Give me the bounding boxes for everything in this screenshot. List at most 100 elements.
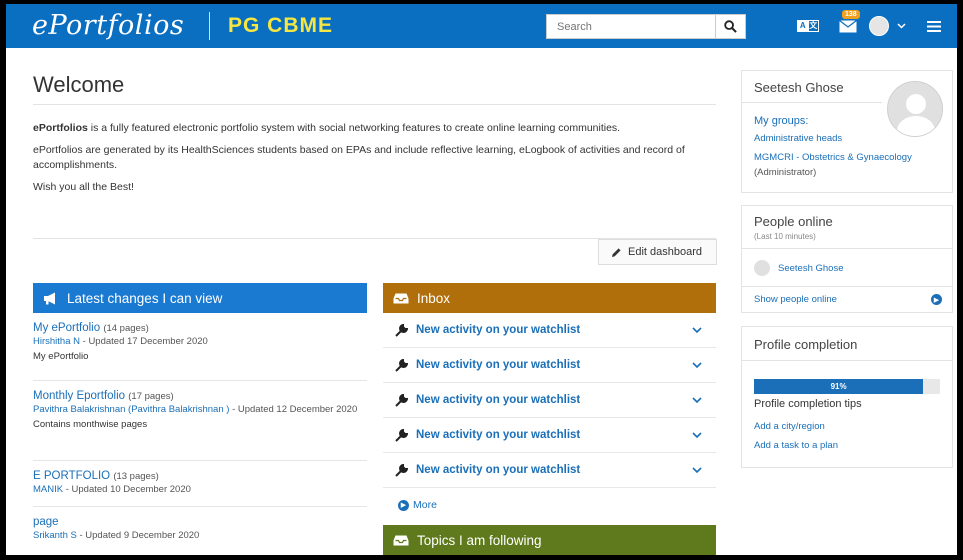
user-avatar-icon[interactable] bbox=[868, 16, 890, 36]
tip-link[interactable]: Add a city/region bbox=[754, 421, 825, 432]
latest-changes-header: Latest changes I can view bbox=[33, 283, 367, 313]
wrench-icon bbox=[395, 463, 408, 477]
updated-text: - Updated 17 December 2020 bbox=[80, 336, 208, 347]
edit-dashboard-label: Edit dashboard bbox=[628, 246, 702, 258]
logo-divider bbox=[209, 12, 210, 40]
pencil-icon bbox=[612, 247, 621, 257]
site-logo[interactable]: ePortfolios bbox=[32, 10, 184, 41]
profile-progress-bar: 91% bbox=[754, 379, 940, 394]
online-user[interactable]: Seetesh Ghose bbox=[754, 260, 844, 276]
people-online-subtitle: (Last 10 minutes) bbox=[754, 232, 816, 241]
topics-header: Topics I am following bbox=[383, 525, 716, 555]
chevron-down-icon[interactable] bbox=[692, 358, 716, 372]
author-link[interactable]: MANIK bbox=[33, 484, 63, 495]
profile-completion-box: Profile completion 91% Profile completio… bbox=[741, 326, 953, 468]
search-box bbox=[546, 14, 746, 39]
people-divider bbox=[742, 248, 952, 249]
inbox-tray-icon bbox=[393, 293, 409, 303]
author-link[interactable]: Pavithra Balakrishnan (Pavithra Balakris… bbox=[33, 404, 229, 415]
portfolio-link[interactable]: Monthly Eportfolio bbox=[33, 390, 125, 402]
inbox-item[interactable]: New activity on your watchlist bbox=[383, 313, 716, 348]
portfolio-link[interactable]: E PORTFOLIO bbox=[33, 470, 110, 482]
updated-text: - Updated 9 December 2020 bbox=[76, 530, 200, 541]
inbox-tray-icon bbox=[393, 535, 409, 545]
group-link[interactable]: Administrative heads bbox=[754, 133, 842, 144]
inbox-header: Inbox bbox=[383, 283, 716, 313]
page-frame: ePortfolios PG CBME A文 138 bbox=[6, 4, 957, 555]
arrow-right-circle-icon[interactable]: ▶ bbox=[931, 294, 942, 305]
inbox-title: Inbox bbox=[417, 290, 451, 306]
inbox-item[interactable]: New activity on your watchlist bbox=[383, 383, 716, 418]
show-people-online-link[interactable]: Show people online bbox=[754, 294, 837, 305]
search-icon bbox=[724, 20, 737, 33]
inbox-item[interactable]: New activity on your watchlist bbox=[383, 453, 716, 488]
inbox-more-link[interactable]: ▶ More bbox=[398, 499, 437, 511]
list-item: My ePortfolio (14 pages) Hirshitha N - U… bbox=[33, 322, 367, 362]
more-label: More bbox=[413, 499, 437, 511]
chevron-down-icon[interactable] bbox=[692, 323, 716, 337]
wrench-icon bbox=[395, 323, 408, 337]
author-link[interactable]: Srikanth S bbox=[33, 530, 77, 541]
profile-divider bbox=[742, 102, 882, 103]
title-divider bbox=[33, 104, 716, 105]
inbox-item-text: New activity on your watchlist bbox=[416, 464, 581, 476]
portfolio-link[interactable]: My ePortfolio bbox=[33, 322, 100, 334]
inbox-item-text: New activity on your watchlist bbox=[416, 429, 581, 441]
page-count: (14 pages) bbox=[103, 323, 149, 334]
people-online-title: People online bbox=[754, 214, 833, 229]
site-name[interactable]: PG CBME bbox=[228, 14, 333, 38]
completion-tips-title: Profile completion tips bbox=[754, 398, 862, 410]
completion-divider bbox=[742, 360, 952, 361]
author-link[interactable]: Hirshitha N bbox=[33, 336, 80, 347]
inbox-item[interactable]: New activity on your watchlist bbox=[383, 348, 716, 383]
profile-box: Seetesh Ghose My groups: Administrative … bbox=[741, 70, 953, 193]
page-title: Welcome bbox=[33, 72, 125, 97]
list-divider bbox=[33, 380, 367, 381]
profile-picture[interactable] bbox=[887, 81, 943, 137]
intro-paragraph-2: ePortfolios are generated by its HealthS… bbox=[33, 144, 685, 171]
inbox-item-text: New activity on your watchlist bbox=[416, 324, 581, 336]
portfolio-link[interactable]: page bbox=[33, 516, 59, 528]
wrench-icon bbox=[395, 358, 408, 372]
inbox-item-text: New activity on your watchlist bbox=[416, 394, 581, 406]
topics-title: Topics I am following bbox=[417, 532, 542, 548]
list-item: E PORTFOLIO (13 pages) MANIK - Updated 1… bbox=[33, 470, 367, 496]
tip-link[interactable]: Add a task to a plan bbox=[754, 440, 838, 451]
list-item: Monthly Eportfolio (17 pages) Pavithra B… bbox=[33, 390, 367, 430]
list-divider bbox=[33, 460, 367, 461]
page-count: (17 pages) bbox=[128, 391, 174, 402]
notification-badge: 138 bbox=[842, 10, 860, 19]
inbox-icon[interactable] bbox=[837, 16, 859, 36]
search-input[interactable] bbox=[547, 15, 715, 38]
inbox-item-text: New activity on your watchlist bbox=[416, 359, 581, 371]
intro-paragraph-3: Wish you all the Best! bbox=[33, 181, 134, 193]
top-header: ePortfolios PG CBME A文 138 bbox=[6, 4, 957, 48]
updated-text: - Updated 10 December 2020 bbox=[63, 484, 191, 495]
edit-dashboard-button[interactable]: Edit dashboard bbox=[598, 239, 717, 265]
inbox-item[interactable]: New activity on your watchlist bbox=[383, 418, 716, 453]
chevron-down-icon[interactable] bbox=[692, 393, 716, 407]
people-online-box: People online (Last 10 minutes) Seetesh … bbox=[741, 205, 953, 313]
portfolio-description: My ePortfolio bbox=[33, 351, 89, 362]
profile-name[interactable]: Seetesh Ghose bbox=[754, 80, 844, 95]
hamburger-menu-icon[interactable] bbox=[925, 16, 943, 36]
my-groups-label[interactable]: My groups: bbox=[754, 115, 808, 127]
search-button[interactable] bbox=[715, 15, 745, 38]
intro-bold: ePortfolios bbox=[33, 122, 88, 134]
people-divider bbox=[742, 286, 952, 287]
avatar bbox=[754, 260, 770, 276]
wrench-icon bbox=[395, 393, 408, 407]
online-user-name[interactable]: Seetesh Ghose bbox=[778, 263, 844, 274]
profile-completion-title: Profile completion bbox=[754, 337, 858, 352]
language-icon[interactable]: A文 bbox=[796, 16, 820, 36]
chevron-down-icon[interactable] bbox=[895, 16, 907, 36]
updated-text: - Updated 12 December 2020 bbox=[229, 404, 358, 415]
list-divider bbox=[33, 506, 367, 507]
group-link[interactable]: MGMCRI - Obstetrics & Gynaecology bbox=[754, 152, 912, 163]
chevron-down-icon[interactable] bbox=[692, 463, 716, 477]
list-item: page Srikanth S - Updated 9 December 202… bbox=[33, 516, 367, 542]
arrow-right-circle-icon: ▶ bbox=[398, 499, 409, 511]
chevron-down-icon[interactable] bbox=[692, 428, 716, 442]
group-role: (Administrator) bbox=[754, 167, 817, 178]
wrench-icon bbox=[395, 428, 408, 442]
